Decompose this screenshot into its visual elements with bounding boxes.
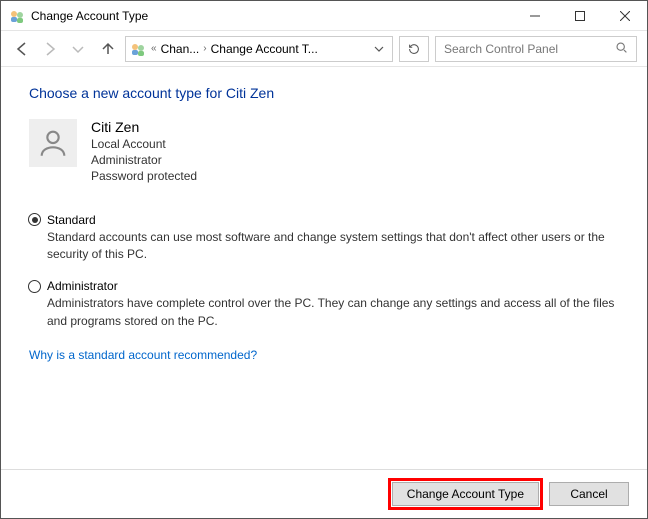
address-icon bbox=[130, 41, 146, 57]
recent-dropdown[interactable] bbox=[67, 38, 89, 60]
up-button[interactable] bbox=[97, 38, 119, 60]
page-heading: Choose a new account type for Citi Zen bbox=[29, 85, 619, 101]
content-area: Choose a new account type for Citi Zen C… bbox=[1, 67, 647, 469]
option-administrator: Administrator Administrators have comple… bbox=[29, 279, 619, 330]
radio-standard[interactable] bbox=[28, 213, 41, 226]
option-administrator-label[interactable]: Administrator bbox=[47, 279, 118, 293]
close-button[interactable] bbox=[602, 1, 647, 30]
account-password: Password protected bbox=[91, 168, 197, 184]
minimize-button[interactable] bbox=[512, 1, 557, 30]
help-link[interactable]: Why is a standard account recommended? bbox=[29, 348, 257, 362]
account-name: Citi Zen bbox=[91, 119, 197, 135]
refresh-button[interactable] bbox=[399, 36, 429, 62]
search-box[interactable] bbox=[435, 36, 637, 62]
search-input[interactable] bbox=[444, 42, 615, 56]
account-type: Local Account bbox=[91, 136, 197, 152]
option-standard: Standard Standard accounts can use most … bbox=[29, 213, 619, 264]
window-controls bbox=[512, 1, 647, 30]
address-bar[interactable]: « Chan... › Change Account T... bbox=[125, 36, 393, 62]
back-button[interactable] bbox=[11, 38, 33, 60]
option-standard-desc: Standard accounts can use most software … bbox=[47, 229, 619, 264]
navbar: « Chan... › Change Account T... bbox=[1, 31, 647, 67]
titlebar: Change Account Type bbox=[1, 1, 647, 31]
search-icon bbox=[615, 41, 628, 57]
account-role: Administrator bbox=[91, 152, 197, 168]
app-icon bbox=[9, 8, 25, 24]
option-standard-label[interactable]: Standard bbox=[47, 213, 96, 227]
breadcrumb-item[interactable]: Chan... bbox=[160, 40, 201, 58]
maximize-button[interactable] bbox=[557, 1, 602, 30]
change-account-type-button[interactable]: Change Account Type bbox=[392, 482, 539, 506]
footer: Change Account Type Cancel bbox=[1, 469, 647, 518]
forward-button[interactable] bbox=[39, 38, 61, 60]
cancel-button[interactable]: Cancel bbox=[549, 482, 629, 506]
breadcrumb-item[interactable]: Change Account T... bbox=[210, 40, 319, 58]
radio-administrator[interactable] bbox=[28, 280, 41, 293]
account-block: Citi Zen Local Account Administrator Pas… bbox=[29, 119, 619, 185]
address-dropdown[interactable] bbox=[370, 44, 388, 54]
breadcrumb-sep[interactable]: › bbox=[203, 43, 206, 54]
avatar bbox=[29, 119, 77, 167]
option-administrator-desc: Administrators have complete control ove… bbox=[47, 295, 619, 330]
breadcrumb-sep[interactable]: « bbox=[151, 43, 157, 54]
account-info: Citi Zen Local Account Administrator Pas… bbox=[91, 119, 197, 185]
window-title: Change Account Type bbox=[31, 9, 512, 23]
